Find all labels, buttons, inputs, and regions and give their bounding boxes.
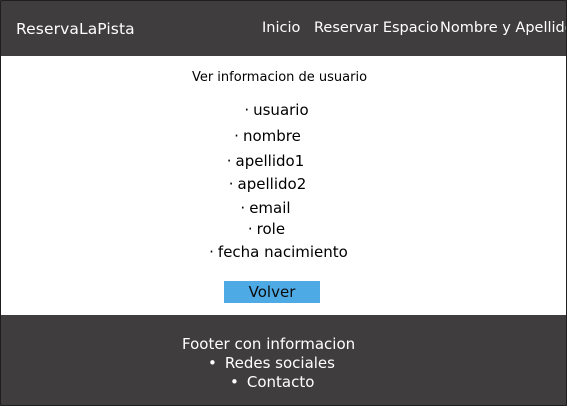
bullet-glyph: · xyxy=(226,152,232,170)
footer-link-redes-sociales[interactable]: • Redes sociales xyxy=(208,354,335,372)
top-navbar: ReservaLaPista Inicio Reservar Espacio N… xyxy=(1,1,566,56)
field-label: apellido2 xyxy=(237,175,307,193)
field-usuario: · usuario xyxy=(1,101,555,119)
field-label: apellido1 xyxy=(235,152,305,170)
field-email: · email xyxy=(1,199,544,217)
field-label: role xyxy=(256,220,286,238)
bullet-glyph: · xyxy=(209,243,214,261)
footer-link-contacto[interactable]: • Contacto xyxy=(230,373,314,391)
footer: Footer con informacion • Redes sociales •… xyxy=(1,315,566,405)
bullet-glyph: • xyxy=(208,354,217,372)
field-label: nombre xyxy=(242,127,301,145)
user-info-panel: Ver informacion de usuario · usuario · nom… xyxy=(1,56,566,315)
footer-title: Footer con informacion xyxy=(182,335,356,353)
field-role: · role xyxy=(1,220,545,238)
nav-link-inicio[interactable]: Inicio xyxy=(262,20,300,36)
bullet-glyph: · xyxy=(247,220,253,238)
footer-link-label: Contacto xyxy=(246,373,315,391)
app-frame: ReservaLaPista Inicio Reservar Espacio N… xyxy=(0,0,567,406)
field-label: fecha nacimiento xyxy=(217,243,348,261)
field-apellido1: · apellido1 xyxy=(1,152,544,170)
back-button[interactable]: Volver xyxy=(224,281,320,303)
bullet-glyph: · xyxy=(244,101,250,119)
bullet-glyph: · xyxy=(240,199,246,217)
field-fecha-nacimiento: · fecha nacimiento xyxy=(1,243,557,261)
page-title: Ver informacion de usuario xyxy=(191,70,368,85)
bullet-glyph: · xyxy=(228,175,234,193)
nav-link-reservar-espacio[interactable]: Reservar Espacio xyxy=(314,20,439,36)
footer-link-label: Redes sociales xyxy=(224,354,335,372)
field-label: email xyxy=(249,199,291,217)
field-label: usuario xyxy=(253,101,309,119)
brand-logo-text[interactable]: ReservaLaPista xyxy=(16,20,135,38)
bullet-glyph: • xyxy=(230,373,239,391)
field-apellido2: · apellido2 xyxy=(1,175,546,193)
bullet-glyph: · xyxy=(234,127,239,145)
nav-link-user-name[interactable]: Nombre y Apellido xyxy=(440,20,566,36)
field-nombre: · nombre xyxy=(1,127,546,145)
